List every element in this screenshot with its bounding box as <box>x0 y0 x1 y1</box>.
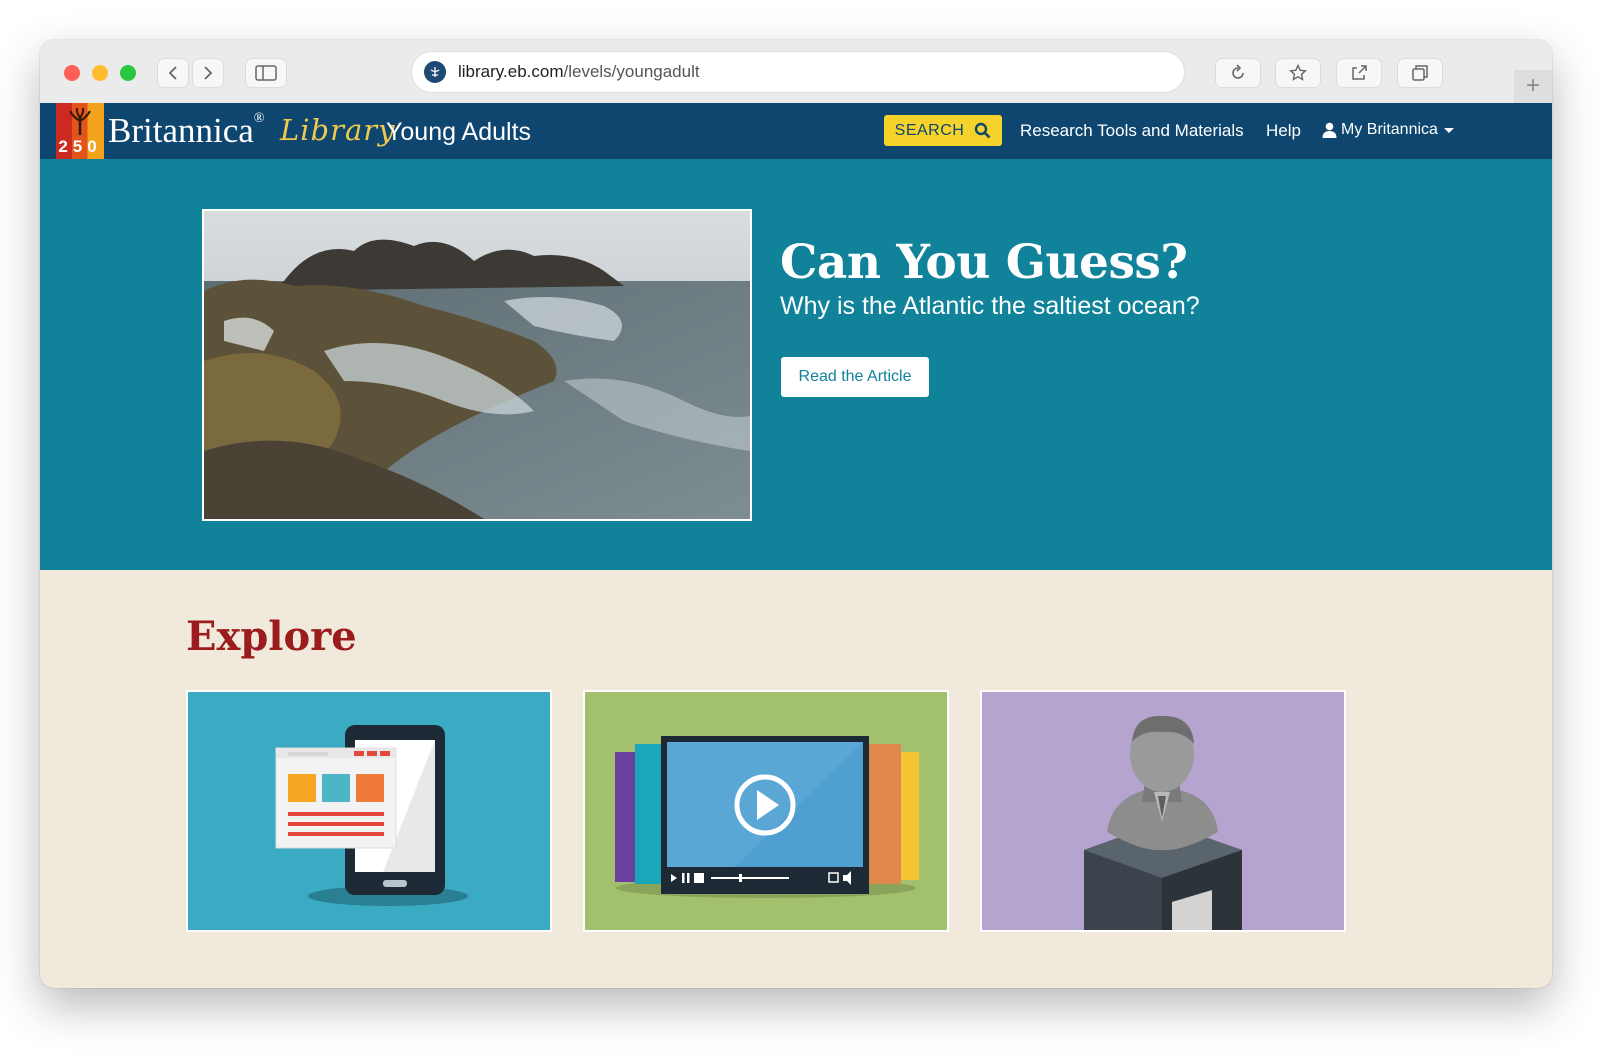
mobile-articles-icon <box>275 725 468 906</box>
tabs-icon <box>1412 65 1428 81</box>
logo-number: 250 <box>58 137 102 156</box>
share-button[interactable] <box>1337 59 1381 87</box>
rocky-coast-illustration <box>204 211 750 519</box>
my-britannica-label: My Britannica <box>1341 121 1438 138</box>
brand-library: Library <box>280 113 396 147</box>
nav-help[interactable]: Help <box>1266 121 1301 141</box>
read-article-button[interactable]: Read the Article <box>781 357 929 397</box>
share-icon <box>1352 65 1367 80</box>
zoom-window-button[interactable] <box>120 65 136 81</box>
sidebar-icon <box>255 65 277 81</box>
url-text: library.eb.com/levels/youngadult <box>458 62 700 82</box>
back-button[interactable] <box>158 59 188 87</box>
explore-card-articles[interactable] <box>186 690 552 932</box>
hero-section: Can You Guess? Why is the Atlantic the s… <box>40 159 1552 570</box>
minimize-window-button[interactable] <box>92 65 108 81</box>
hero-subtitle: Why is the Atlantic the saltiest ocean? <box>780 292 1200 320</box>
search-label: SEARCH <box>894 121 965 139</box>
chevron-left-icon <box>168 66 177 80</box>
video-player-icon <box>615 736 919 898</box>
nav-research-tools[interactable]: Research Tools and Materials <box>1020 121 1244 141</box>
thistle-logo-icon <box>69 107 91 135</box>
brand-level: Young Adults <box>386 118 532 146</box>
hero-title: Can You Guess? <box>780 235 1188 290</box>
reload-icon <box>1232 64 1244 79</box>
user-icon <box>1322 122 1337 138</box>
brand-name[interactable]: Britannica® <box>108 111 264 151</box>
explore-card-videos[interactable] <box>583 690 949 932</box>
biography-bust-icon <box>1084 715 1242 930</box>
browser-window: library.eb.com/levels/youngadult + 250 B… <box>40 40 1552 988</box>
site-header: 250 Britannica® Library Young Adults SEA… <box>40 103 1552 159</box>
url-domain: library.eb.com <box>458 62 564 81</box>
tabs-overview-button[interactable] <box>1398 59 1442 87</box>
browser-toolbar: library.eb.com/levels/youngadult <box>40 40 1552 104</box>
caret-down-icon <box>1443 128 1454 133</box>
bookmark-button[interactable] <box>1276 59 1320 87</box>
close-window-button[interactable] <box>64 65 80 81</box>
search-icon <box>975 122 991 139</box>
chevron-right-icon <box>204 66 213 80</box>
britannica-logo[interactable]: 250 <box>56 103 104 159</box>
explore-card-biographies[interactable] <box>980 690 1346 932</box>
reload-button[interactable] <box>1216 59 1260 87</box>
explore-heading: Explore <box>186 613 357 660</box>
address-bar[interactable]: library.eb.com/levels/youngadult <box>412 52 1184 92</box>
registered-mark: ® <box>253 111 265 126</box>
new-tab-button[interactable]: + <box>1514 70 1552 103</box>
sidebar-toggle-button[interactable] <box>246 59 286 87</box>
search-button[interactable]: SEARCH <box>884 115 1002 146</box>
hero-ocean-image[interactable] <box>202 209 752 521</box>
forward-button[interactable] <box>193 59 223 87</box>
star-icon <box>1289 64 1307 81</box>
site-favicon-icon <box>424 61 446 83</box>
my-britannica-menu[interactable]: My Britannica <box>1322 121 1456 139</box>
url-path: /levels/youngadult <box>563 62 700 81</box>
